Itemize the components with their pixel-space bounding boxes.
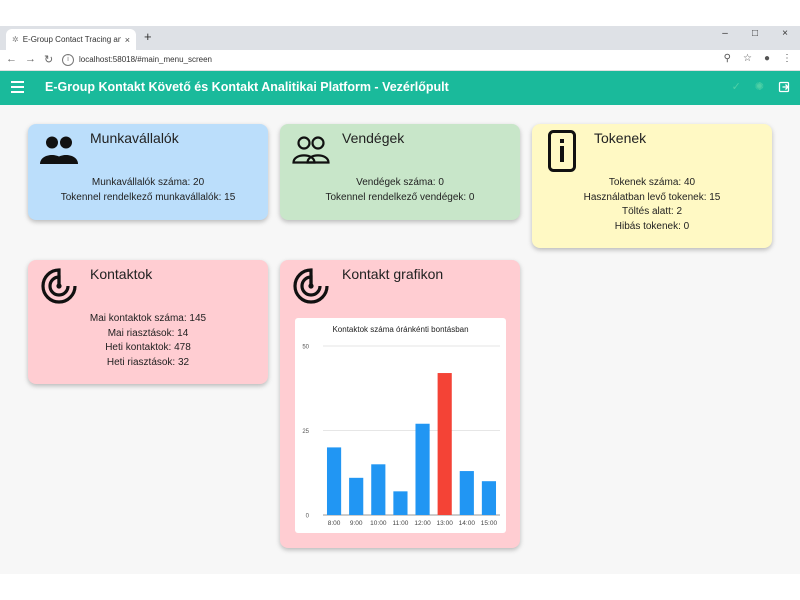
radar-icon	[293, 268, 329, 304]
radar-icon	[41, 268, 77, 304]
stat-line: Heti riasztások: 32	[106, 356, 190, 368]
address-bar: ← → ↻ i localhost:58018/#main_menu_scree…	[0, 50, 800, 71]
settings-icon[interactable]: ✺	[755, 80, 764, 93]
stat-line: Hibás tokenek: 0	[614, 220, 690, 232]
globe-icon: ✲	[12, 35, 19, 44]
browser-toolbar: ⚲ ☆ ● ⋮	[724, 53, 792, 64]
y-tick-label: 0	[306, 514, 310, 520]
zoom-icon[interactable]: ⚲	[724, 53, 731, 64]
url-text: localhost:58018/#main_menu_screen	[79, 55, 212, 64]
check-icon[interactable]: ✓	[732, 80, 741, 93]
stat-line: Használatban levő tokenek: 15	[583, 191, 721, 203]
minimize-button[interactable]: –	[710, 26, 740, 44]
window-controls: – □ ×	[710, 26, 800, 44]
chart-bar[interactable]	[393, 491, 408, 515]
reload-icon[interactable]: ↻	[44, 53, 53, 66]
close-window-button[interactable]: ×	[770, 26, 800, 44]
chart-bar[interactable]	[349, 477, 364, 515]
x-tick-label: 8:00	[328, 520, 341, 527]
url-field[interactable]: i localhost:58018/#main_menu_screen	[62, 52, 662, 67]
forward-arrow-icon[interactable]: →	[25, 53, 36, 66]
employees-card[interactable]: Munkavállalók Munkavállalók száma: 20 To…	[28, 124, 268, 220]
card-title: Kontakt grafikon	[342, 266, 444, 282]
tab-strip: ✲ E-Group Contact Tracing and Co × + – □…	[0, 26, 800, 50]
tokens-card[interactable]: Tokenek Tokenek száma: 40 Használatban l…	[532, 124, 772, 248]
card-stats: Mai kontaktok száma: 145 Mai riasztások:…	[28, 312, 268, 370]
stat-line: Heti kontaktok: 478	[105, 342, 191, 353]
stat-line: Tokennel rendelkező vendégek: 0	[325, 191, 475, 203]
people-icon	[40, 136, 78, 164]
chart-bar[interactable]	[459, 471, 474, 515]
chart-bar[interactable]	[437, 373, 452, 515]
contacts-card[interactable]: Kontaktok Mai kontaktok száma: 145 Mai r…	[28, 260, 268, 384]
y-tick-label: 25	[302, 429, 309, 435]
x-tick-label: 12:00	[414, 520, 431, 527]
stat-line: Tokenek száma: 40	[608, 177, 696, 188]
card-title: Kontaktok	[90, 266, 153, 282]
info-icon[interactable]: i	[62, 53, 74, 66]
x-tick-label: 14:00	[459, 520, 476, 527]
new-tab-button[interactable]: +	[144, 29, 152, 44]
stat-line: Töltés alatt: 2	[621, 206, 683, 217]
card-title: Tokenek	[594, 130, 647, 146]
app-title: E-Group Kontakt Követő és Kontakt Analit…	[45, 80, 449, 94]
guests-card[interactable]: Vendégek Vendégek száma: 0 Tokennel rend…	[280, 124, 520, 220]
y-tick-label: 50	[302, 345, 309, 351]
x-tick-label: 13:00	[437, 520, 454, 527]
stat-line: Mai riasztások: 14	[107, 327, 189, 339]
stat-line: Mai kontaktok száma: 145	[89, 313, 207, 324]
card-stats: Munkavállalók száma: 20 Tokennel rendelk…	[28, 176, 268, 205]
stat-line: Vendégek száma: 0	[356, 177, 444, 188]
star-icon[interactable]: ☆	[743, 53, 752, 64]
card-title: Munkavállalók	[90, 130, 179, 146]
browser-window: ✲ E-Group Contact Tracing and Co × + – □…	[0, 26, 800, 574]
chart-bar[interactable]	[481, 481, 497, 515]
app-bar-actions: ✓ ✺	[732, 80, 790, 93]
browser-tab[interactable]: ✲ E-Group Contact Tracing and Co ×	[6, 29, 136, 50]
hamburger-menu-icon[interactable]	[11, 81, 24, 93]
tab-close-icon[interactable]: ×	[125, 35, 130, 45]
chart-bar[interactable]	[415, 423, 430, 515]
back-arrow-icon[interactable]: ←	[6, 53, 17, 66]
tab-title: E-Group Contact Tracing and Co	[22, 35, 121, 44]
card-title: Vendégek	[342, 130, 405, 146]
dashboard: Munkavállalók Munkavállalók száma: 20 To…	[0, 104, 800, 574]
stat-line: Tokennel rendelkező munkavállalók: 15	[60, 191, 236, 203]
logout-icon[interactable]	[778, 81, 790, 93]
card-stats: Vendégek száma: 0 Tokennel rendelkező ve…	[280, 176, 520, 205]
chart-title: Kontaktok száma óránkénti bontásban	[332, 325, 468, 334]
card-stats: Tokenek száma: 40 Használatban levő toke…	[532, 176, 772, 234]
x-tick-label: 15:00	[481, 520, 498, 527]
people-outline-icon	[292, 136, 330, 164]
bar-chart: Kontaktok száma óránkénti bontásban 0 25 5…	[302, 325, 500, 527]
maximize-button[interactable]: □	[740, 26, 770, 44]
x-tick-label: 9:00	[350, 520, 363, 527]
app-bar: E-Group Kontakt Követő és Kontakt Analit…	[0, 71, 800, 105]
chart-bar[interactable]	[371, 464, 386, 515]
chart-container: Kontaktok száma óránkénti bontásban 0 25 5…	[295, 318, 506, 533]
x-tick-label: 10:00	[370, 520, 387, 527]
more-menu-icon[interactable]: ⋮	[782, 53, 792, 64]
x-tick-label: 11:00	[393, 520, 409, 527]
account-icon[interactable]: ●	[764, 53, 770, 64]
device-info-icon	[548, 130, 576, 172]
stat-line: Munkavállalók száma: 20	[91, 177, 205, 188]
nav-buttons: ← → ↻	[6, 53, 53, 66]
contact-graph-card[interactable]: Kontakt grafikon Kontaktok száma óránkén…	[280, 260, 520, 548]
chart-bar[interactable]	[326, 447, 342, 515]
